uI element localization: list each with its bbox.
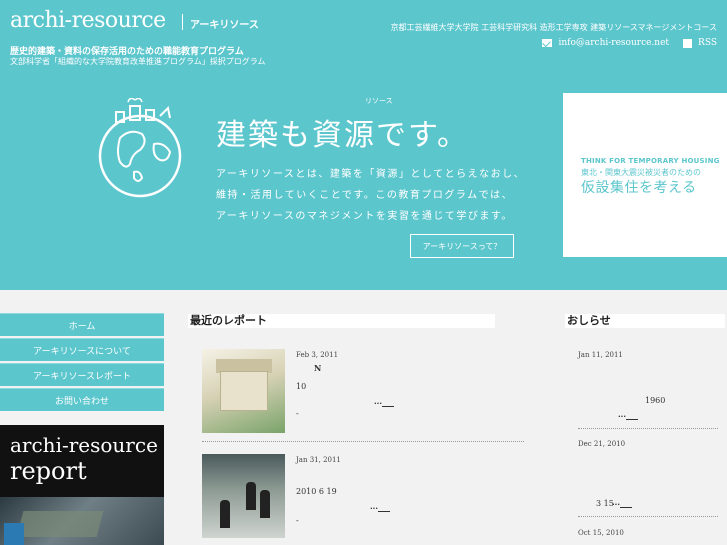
tagline-secondary: 文部科学省「組織的な大学院教育改革推進プログラム」採択プログラム: [10, 57, 266, 66]
about-button[interactable]: アーキリソースって？: [410, 234, 514, 258]
more-underline: [377, 503, 390, 512]
contact-links: info@archi-resource.net RSS: [542, 38, 717, 48]
mail-icon: [542, 39, 553, 47]
thumb-building: [220, 371, 268, 411]
report-read-more[interactable]: ...: [374, 398, 394, 407]
hero-title: 建築も資源です。: [216, 118, 469, 153]
news-date: Dec 21, 2010: [578, 440, 626, 448]
email-link[interactable]: info@archi-resource.net: [558, 38, 669, 48]
nav-item-contact[interactable]: お問い合わせ: [0, 388, 164, 411]
more-dots: ...: [374, 398, 382, 406]
site-logo[interactable]: archi-resource: [10, 8, 166, 33]
report-banner[interactable]: archi-resource report: [0, 425, 164, 545]
report-title[interactable]: N: [314, 363, 321, 373]
news-read-more[interactable]: ...: [612, 499, 632, 508]
report-read-more[interactable]: ...: [370, 503, 390, 512]
news-excerpt: 1960: [645, 396, 666, 405]
more-dots: ...: [370, 503, 378, 511]
news-divider: [578, 516, 718, 517]
hero-description: アーキリソースとは、建築を「資源」としてとらえなおし、 維持・活用していくことで…: [216, 164, 546, 227]
temporary-housing-banner[interactable]: THINK FOR TEMPORARY HOUSING 東北・関東大震災被災者の…: [563, 93, 727, 257]
more-underline: [381, 398, 394, 407]
report-date: Feb 3, 2011: [296, 351, 339, 359]
report-dash: -: [296, 516, 299, 525]
news-divider: [578, 428, 718, 429]
logo-divider: [182, 14, 183, 30]
more-dots: ...: [618, 411, 626, 419]
report-excerpt: 10: [296, 382, 307, 391]
photo-object: [4, 523, 24, 545]
more-underline: [625, 411, 638, 420]
news-read-more[interactable]: ...: [618, 411, 638, 420]
report-item: Feb 3, 2011 N 10 ... -: [202, 349, 524, 433]
report-divider: [202, 441, 524, 442]
rss-icon: [683, 38, 693, 48]
thumb-person: [220, 500, 230, 528]
news-date: Oct 15, 2010: [578, 529, 624, 537]
hero-ruby: リソース: [365, 97, 393, 105]
sidebar-nav: ホーム アーキリソースについて アーキリソースレポート お問い合わせ: [0, 313, 164, 413]
hero-line: アーキリソースのマネジメントを実習を通じて学びます。: [216, 211, 513, 222]
logo-kana: アーキリソース: [190, 20, 259, 31]
banner-english-title: THINK FOR TEMPORARY HOUSING: [581, 157, 720, 165]
hero-line: 維持・活用していくことです。この教育プログラムでは、: [216, 190, 514, 201]
report-banner-line2: report: [10, 457, 87, 485]
report-dash: -: [296, 409, 299, 418]
thumb-person: [260, 490, 270, 518]
thumb-person: [246, 482, 256, 510]
report-banner-photo: [0, 497, 164, 545]
report-banner-line1: archi-resource: [10, 433, 158, 457]
banner-japanese-title: 仮設集住を考える: [581, 180, 697, 196]
hero-line: アーキリソースとは、建築を「資源」としてとらえなおし、: [216, 169, 526, 180]
more-underline: [619, 499, 632, 508]
nav-item-about[interactable]: アーキリソースについて: [0, 338, 164, 361]
nav-item-report[interactable]: アーキリソースレポート: [0, 363, 164, 386]
report-thumbnail[interactable]: [202, 454, 285, 538]
report-thumbnail[interactable]: [202, 349, 285, 433]
university-name: 京都工芸繊維大学大学院 工芸科学研究科 造形工学専攻 建築リソースマネージメント…: [390, 23, 717, 32]
report-date: Jan 31, 2011: [296, 456, 341, 464]
news-heading: おしらせ: [565, 314, 725, 328]
nav-item-home[interactable]: ホーム: [0, 313, 164, 336]
news-date: Jan 11, 2011: [578, 351, 623, 359]
globe-illustration: [98, 98, 182, 198]
report-excerpt: 2010 6 19: [296, 487, 337, 496]
recent-reports-heading: 最近のレポート: [188, 314, 495, 328]
rss-link[interactable]: RSS: [698, 38, 717, 48]
report-item: Jan 31, 2011 2010 6 19 ... -: [202, 454, 524, 538]
photo-model: [16, 511, 104, 537]
more-dots: ...: [612, 499, 620, 507]
